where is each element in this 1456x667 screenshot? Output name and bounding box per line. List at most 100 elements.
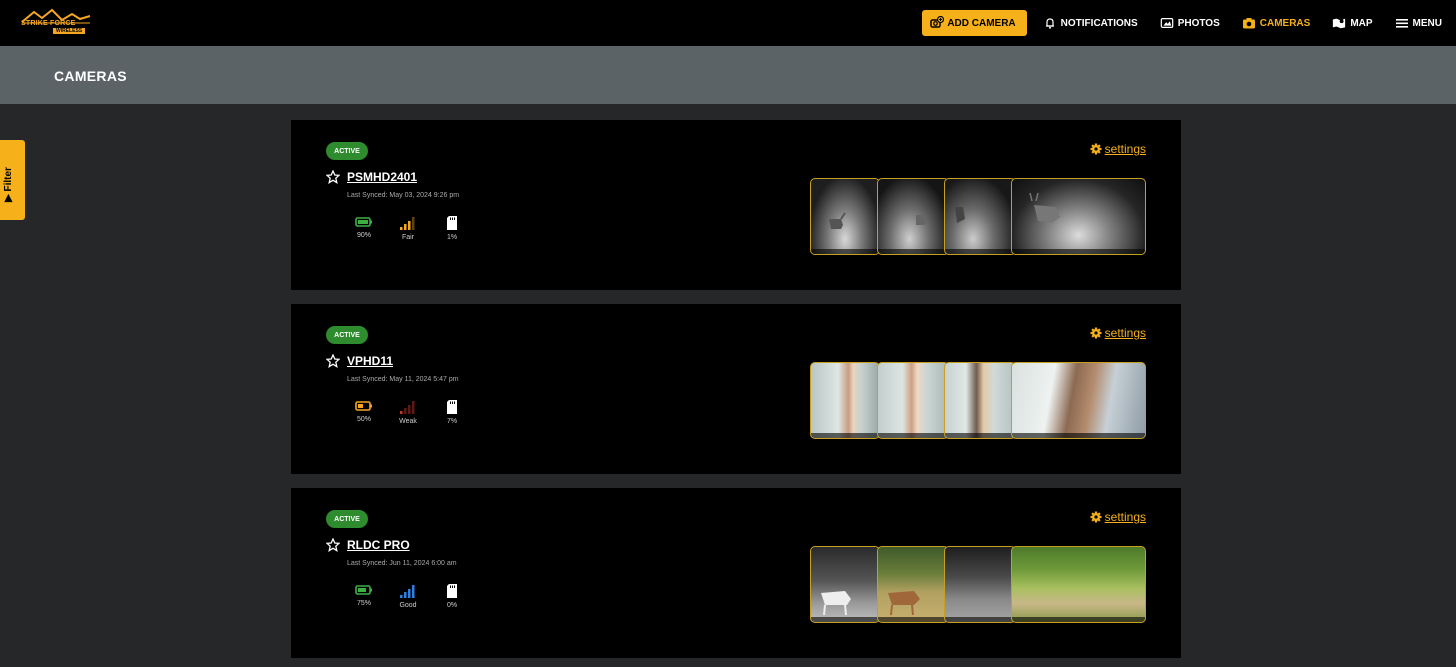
- photo-timestamp-bar: [945, 617, 1015, 622]
- hamburger-menu-icon: [1395, 19, 1408, 28]
- photo-thumbnail[interactable]: [810, 362, 880, 439]
- favorite-star-icon[interactable]: [326, 354, 340, 368]
- photo-timestamp-bar: [1012, 617, 1145, 622]
- photo-thumbnail[interactable]: [1011, 362, 1146, 439]
- storage-value: 0%: [446, 602, 458, 609]
- filter-toggle-tab[interactable]: ▶ Filter: [0, 140, 25, 220]
- signal-value: Fair: [401, 234, 415, 241]
- battery-value: 90%: [356, 232, 371, 239]
- deer-silhouette-icon: [888, 591, 920, 616]
- nav-photos[interactable]: PHOTOS: [1160, 16, 1220, 30]
- filter-label: ▶ Filter: [3, 167, 14, 202]
- battery-value: 50%: [356, 416, 371, 423]
- nav-menu[interactable]: MENU: [1395, 16, 1442, 30]
- storage-value: 1%: [446, 234, 458, 241]
- signal-value: Weak: [399, 418, 417, 425]
- deer-silhouette-icon: [821, 591, 851, 616]
- photo-thumbnail[interactable]: [944, 178, 1016, 255]
- battery-stat: 50%: [351, 400, 377, 425]
- photo-thumbnail[interactable]: [1011, 546, 1146, 623]
- photo-timestamp-bar: [811, 617, 879, 622]
- photos-icon: [1160, 18, 1174, 28]
- last-synced: Last Synced: May 11, 2024 5:47 pm: [347, 376, 459, 383]
- sd-card-icon: [447, 400, 457, 414]
- last-synced: Last Synced: Jun 11, 2024 6:00 am: [347, 560, 457, 567]
- signal-stat: Weak: [395, 400, 421, 425]
- gear-icon: [1090, 327, 1102, 339]
- favorite-star-icon[interactable]: [326, 538, 340, 552]
- settings-link[interactable]: settings: [1090, 326, 1146, 340]
- deer-silhouette-icon: [1029, 192, 1060, 223]
- add-camera-icon: [930, 16, 945, 28]
- recent-photos-strip: [810, 546, 1146, 623]
- photo-timestamp-bar: [811, 433, 879, 438]
- battery-icon: [355, 585, 372, 595]
- photo-thumbnail[interactable]: [944, 546, 1016, 623]
- add-camera-button[interactable]: ADD CAMERA: [922, 10, 1027, 36]
- camera-name-link[interactable]: VPHD11: [347, 354, 393, 368]
- deer-silhouette-icon: [916, 215, 928, 225]
- favorite-star-icon[interactable]: [326, 170, 340, 184]
- status-badge: ACTIVE: [326, 326, 368, 344]
- photo-thumbnail[interactable]: [877, 362, 949, 439]
- nav-cameras-label: CAMERAS: [1259, 17, 1311, 29]
- photo-thumbnail[interactable]: [877, 546, 949, 623]
- signal-bars-icon: [400, 401, 415, 414]
- camera-icon: [1242, 18, 1255, 29]
- battery-value: 75%: [356, 600, 371, 607]
- map-icon: [1333, 18, 1346, 29]
- signal-bars-icon: [400, 217, 415, 230]
- nav-cameras[interactable]: CAMERAS: [1242, 16, 1311, 30]
- camera-name-link[interactable]: PSMHD2401: [347, 170, 417, 184]
- storage-value: 7%: [446, 418, 458, 425]
- photo-thumbnail[interactable]: [1011, 178, 1146, 255]
- photo-timestamp-bar: [1012, 249, 1145, 254]
- battery-stat: 75%: [351, 584, 377, 609]
- camera-stats: 50% Weak 7%: [351, 400, 465, 425]
- recent-photos-strip: [810, 178, 1146, 255]
- storage-stat: 1%: [439, 216, 465, 241]
- nav-map[interactable]: MAP: [1332, 16, 1373, 30]
- top-nav-bar: STRIKE FORCE WIRELESS ADD CAMERA NOTIFIC…: [0, 0, 1456, 46]
- page-header: CAMERAS: [0, 46, 1456, 104]
- deer-silhouette-icon: [955, 207, 965, 223]
- gear-icon: [1090, 511, 1102, 523]
- photo-timestamp-bar: [878, 617, 948, 622]
- signal-bars-icon: [400, 585, 415, 598]
- signal-stat: Good: [395, 584, 421, 609]
- settings-label: settings: [1104, 326, 1146, 340]
- photo-thumbnail[interactable]: [944, 362, 1016, 439]
- add-camera-label: ADD CAMERA: [947, 17, 1016, 29]
- signal-value: Good: [399, 602, 417, 609]
- photo-timestamp-bar: [945, 433, 1015, 438]
- nav-photos-label: PHOTOS: [1177, 17, 1220, 29]
- photo-timestamp-bar: [878, 249, 948, 254]
- photo-thumbnail[interactable]: [877, 178, 949, 255]
- camera-stats: 90% Fair 1%: [351, 216, 465, 241]
- signal-stat: Fair: [395, 216, 421, 241]
- photo-timestamp-bar: [811, 249, 879, 254]
- storage-stat: 7%: [439, 400, 465, 425]
- deer-silhouette-icon: [829, 212, 846, 229]
- settings-link[interactable]: settings: [1090, 142, 1146, 156]
- strike-force-logo[interactable]: STRIKE FORCE WIRELESS: [20, 8, 92, 38]
- logo-sub-text: WIRELESS: [53, 28, 86, 34]
- nav-notifications[interactable]: NOTIFICATIONS: [1043, 16, 1138, 30]
- battery-icon: [355, 401, 372, 411]
- last-synced: Last Synced: May 03, 2024 9:26 pm: [347, 192, 460, 199]
- nav-notifications-label: NOTIFICATIONS: [1060, 17, 1138, 29]
- camera-stats: 75% Good 0%: [351, 584, 465, 609]
- photo-thumbnail[interactable]: [810, 178, 880, 255]
- settings-label: settings: [1104, 142, 1146, 156]
- camera-name-link[interactable]: RLDC PRO: [347, 538, 410, 552]
- sd-card-icon: [447, 216, 457, 230]
- camera-card: ACTIVE RLDC PRO Last Synced: Jun 11, 202…: [291, 488, 1181, 658]
- photo-thumbnail[interactable]: [810, 546, 880, 623]
- settings-link[interactable]: settings: [1090, 510, 1146, 524]
- nav-menu-label: MENU: [1412, 17, 1442, 29]
- camera-card: ACTIVE VPHD11 Last Synced: May 11, 2024 …: [291, 304, 1181, 474]
- storage-stat: 0%: [439, 584, 465, 609]
- photo-timestamp-bar: [1012, 433, 1145, 438]
- settings-label: settings: [1104, 510, 1146, 524]
- recent-photos-strip: [810, 362, 1146, 439]
